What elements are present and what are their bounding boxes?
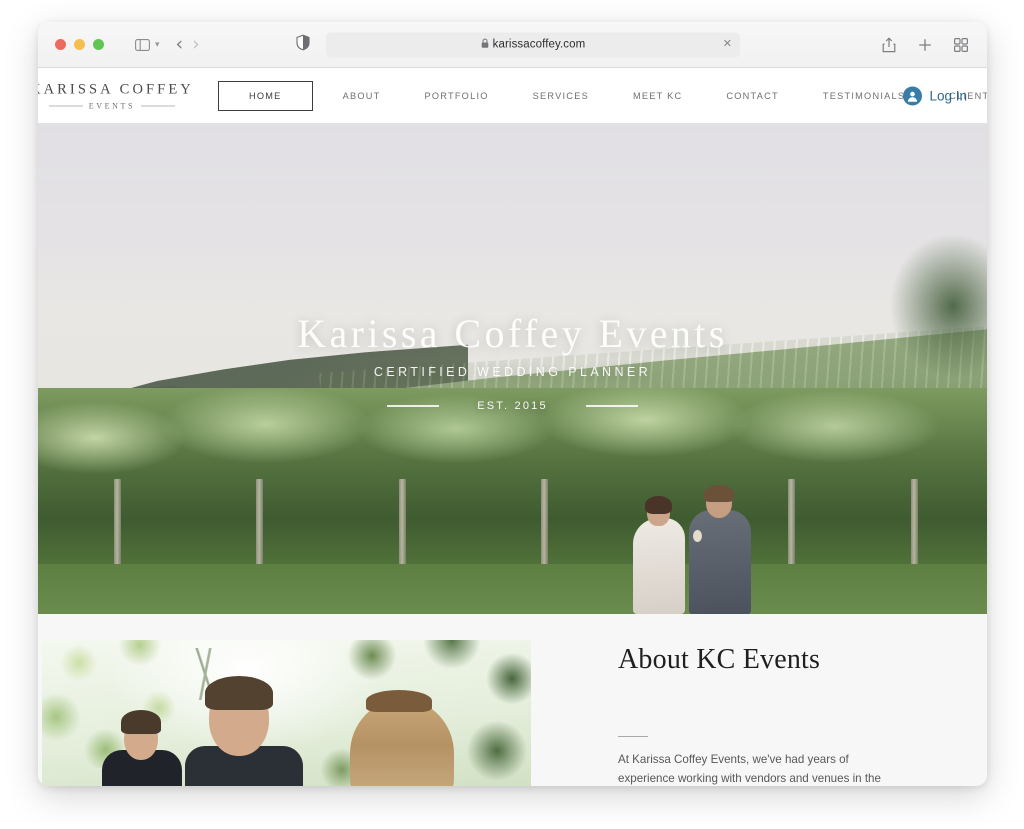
hero-established: EST. 2015 [477,400,548,412]
guest-figure [179,670,309,786]
about-photo [42,640,531,786]
clear-url-button[interactable]: ✕ [723,39,732,50]
plus-icon[interactable] [913,33,937,57]
share-icon[interactable] [877,33,901,57]
lock-icon [481,36,489,54]
sidebar-controls: ▾ [130,33,160,57]
guest-figure [94,698,190,786]
url-content: karissacoffey.com [481,36,586,54]
about-body: At Karissa Coffey Events, we've had year… [618,753,881,786]
toolbar-right-actions [877,33,973,57]
hero-section: Karissa Coffey Events CERTIFIED WEDDING … [38,123,987,614]
chevron-down-icon[interactable]: ▾ [155,40,160,49]
nav-item-contact[interactable]: CONTACT [704,91,800,101]
brand-name: KARISSA COFFEY [38,81,194,97]
guest-hair-top [366,690,432,712]
back-button[interactable]: ‹ [176,35,184,54]
minimize-window-button[interactable] [74,39,85,50]
address-bar[interactable]: karissacoffey.com ✕ [326,32,740,57]
main-navigation: HOME ABOUT PORTFOLIO SERVICES MEET KC CO… [218,80,987,111]
guest-figure [342,682,462,786]
login-label: Log In [929,88,967,103]
login-button[interactable]: Log In [903,86,967,105]
hero-copy: Karissa Coffey Events CERTIFIED WEDDING … [38,311,987,413]
guest-hair [350,700,454,786]
nav-item-portfolio[interactable]: PORTFOLIO [402,91,510,101]
about-section: About KC Events At Karissa Coffey Events… [38,614,987,786]
hero-established-row: EST. 2015 [38,400,987,412]
sidebar-toggle-icon[interactable] [130,33,154,57]
tab-overview-icon[interactable] [949,33,973,57]
about-title: About KC Events [618,644,821,675]
hero-rule-right [585,405,638,407]
window-controls [55,39,104,50]
hero-title: Karissa Coffey Events [297,311,728,356]
browser-toolbar: ▾ ‹ › karissacoffey.com ✕ [38,22,987,68]
forward-button[interactable]: › [192,35,200,54]
nav-item-meet-kc[interactable]: MEET KC [611,91,704,101]
brand-rule-right [141,105,176,106]
url-text: karissacoffey.com [492,38,586,51]
nav-item-services[interactable]: SERVICES [511,91,611,101]
guest-hair [121,710,161,734]
site-logo[interactable]: KARISSA COFFEY EVENTS [38,81,194,110]
about-text-block: About KC Events At Karissa Coffey Events… [583,614,987,786]
site-header: KARISSA COFFEY EVENTS HOME ABOUT PORTFOL… [38,68,987,123]
hero-subtitle: CERTIFIED WEDDING PLANNER [373,365,652,379]
brand-rule: EVENTS [38,101,194,110]
brand-rule-left [48,105,83,106]
nav-item-about[interactable]: ABOUT [321,91,403,101]
navigation-arrows: ‹ › [176,35,200,54]
user-avatar-icon [903,86,923,105]
guest-hair [205,676,273,710]
nav-item-home[interactable]: HOME [218,80,313,111]
brand-sub: EVENTS [88,101,136,110]
browser-window: ▾ ‹ › karissacoffey.com ✕ KARISSA COFFEY… [38,22,987,786]
about-divider [618,736,648,737]
privacy-shield-icon[interactable] [296,34,310,55]
hero-rule-left [387,405,440,407]
close-window-button[interactable] [55,39,66,50]
maximize-window-button[interactable] [93,39,104,50]
